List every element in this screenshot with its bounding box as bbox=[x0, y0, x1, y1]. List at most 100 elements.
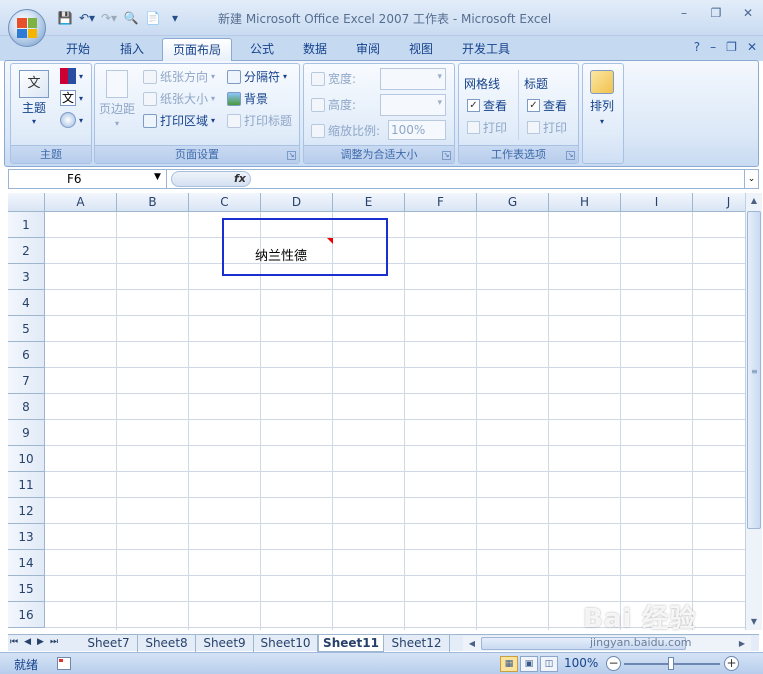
column-header-i[interactable]: I bbox=[621, 193, 693, 212]
scale-spinner[interactable]: 100% bbox=[388, 120, 446, 140]
normal-view-icon[interactable]: ▦ bbox=[500, 656, 518, 672]
row-header-14[interactable]: 14 bbox=[8, 550, 45, 576]
zoom-in-icon[interactable]: + bbox=[724, 656, 739, 671]
print-area-button[interactable]: 打印区域 ▾ bbox=[143, 112, 215, 129]
row-header-12[interactable]: 12 bbox=[8, 498, 45, 524]
prev-sheet-icon[interactable]: ◀ bbox=[24, 637, 31, 647]
horizontal-scroll-thumb[interactable] bbox=[481, 637, 686, 650]
row-header-16[interactable]: 16 bbox=[8, 602, 45, 628]
row-header-4[interactable]: 4 bbox=[8, 290, 45, 316]
row-header-15[interactable]: 15 bbox=[8, 576, 45, 602]
first-sheet-icon[interactable]: ⏮ bbox=[10, 637, 18, 647]
column-header-f[interactable]: F bbox=[405, 193, 477, 212]
column-header-d[interactable]: D bbox=[261, 193, 333, 212]
row-header-3[interactable]: 3 bbox=[8, 264, 45, 290]
name-box[interactable]: F6 bbox=[9, 170, 167, 188]
save-icon[interactable]: 💾 bbox=[56, 9, 74, 27]
customize-qat-icon[interactable]: ▾ bbox=[166, 9, 184, 27]
column-header-h[interactable]: H bbox=[549, 193, 621, 212]
scroll-right-icon[interactable]: ▶ bbox=[735, 636, 749, 651]
tab-review[interactable]: 审阅 bbox=[348, 38, 388, 61]
column-header-g[interactable]: G bbox=[477, 193, 549, 212]
orientation-button[interactable]: 纸张方向 ▾ bbox=[143, 68, 215, 85]
help-icon[interactable]: ? bbox=[694, 40, 700, 54]
new-document-icon[interactable]: 📄 bbox=[144, 9, 162, 27]
zoom-slider-thumb[interactable] bbox=[668, 657, 674, 670]
headings-view-checkbox[interactable]: ✓ 查看 bbox=[527, 97, 567, 114]
cell-area[interactable] bbox=[45, 212, 745, 630]
size-button[interactable]: 纸张大小 ▾ bbox=[143, 90, 215, 107]
undo-icon[interactable]: ↶▾ bbox=[78, 9, 96, 27]
sheet-tab-sheet8[interactable]: Sheet8 bbox=[138, 635, 196, 652]
office-button[interactable] bbox=[8, 9, 46, 47]
zoom-out-icon[interactable]: − bbox=[606, 656, 621, 671]
minimize-button[interactable]: – bbox=[675, 6, 693, 22]
tab-insert[interactable]: 插入 bbox=[112, 38, 152, 61]
sheet-tab-sheet11[interactable]: Sheet11 bbox=[318, 635, 384, 652]
row-header-6[interactable]: 6 bbox=[8, 342, 45, 368]
margins-button[interactable]: 页边距 ▾ bbox=[99, 70, 135, 128]
row-header-13[interactable]: 13 bbox=[8, 524, 45, 550]
last-sheet-icon[interactable]: ⏭ bbox=[50, 637, 58, 647]
horizontal-scrollbar[interactable]: ◀ ▶ bbox=[463, 636, 751, 651]
sheet-tab-sheet10[interactable]: Sheet10 bbox=[254, 635, 318, 652]
close-button[interactable]: ✕ bbox=[739, 6, 757, 22]
gridlines-print-checkbox[interactable]: 打印 bbox=[467, 119, 507, 136]
height-dropdown[interactable] bbox=[380, 94, 446, 116]
print-preview-icon[interactable]: 🔍 bbox=[122, 9, 140, 27]
redo-icon[interactable]: ↷▾ bbox=[100, 9, 118, 27]
row-header-1[interactable]: 1 bbox=[8, 212, 45, 238]
row-header-5[interactable]: 5 bbox=[8, 316, 45, 342]
sheet-tab-sheet12[interactable]: Sheet12 bbox=[384, 635, 450, 652]
doc-restore-button[interactable]: ❐ bbox=[726, 40, 737, 54]
column-header-c[interactable]: C bbox=[189, 193, 261, 212]
scroll-up-icon[interactable]: ▲ bbox=[746, 193, 762, 209]
next-sheet-icon[interactable]: ▶ bbox=[37, 637, 44, 647]
page-break-preview-icon[interactable]: ◫ bbox=[540, 656, 558, 672]
theme-colors-button[interactable]: ▾ bbox=[60, 68, 83, 84]
tab-view[interactable]: 视图 bbox=[401, 38, 441, 61]
print-titles-button[interactable]: 打印标题 bbox=[227, 112, 292, 129]
breaks-button[interactable]: 分隔符 ▾ bbox=[227, 68, 287, 85]
background-button[interactable]: 背景 bbox=[227, 90, 268, 107]
row-header-11[interactable]: 11 bbox=[8, 472, 45, 498]
column-header-b[interactable]: B bbox=[117, 193, 189, 212]
column-header-e[interactable]: E bbox=[333, 193, 405, 212]
scroll-down-icon[interactable]: ▼ bbox=[746, 614, 762, 630]
maximize-button[interactable]: ❐ bbox=[707, 6, 725, 22]
scroll-left-icon[interactable]: ◀ bbox=[465, 636, 479, 651]
headings-print-checkbox[interactable]: 打印 bbox=[527, 119, 567, 136]
theme-effects-button[interactable]: ▾ bbox=[60, 112, 83, 128]
doc-minimize-button[interactable]: – bbox=[710, 40, 716, 54]
sheet-tab-sheet7[interactable]: Sheet7 bbox=[80, 635, 138, 652]
tab-developer[interactable]: 开发工具 bbox=[455, 38, 517, 61]
tab-page-layout[interactable]: 页面布局 bbox=[162, 38, 232, 61]
scale-launcher-icon[interactable]: ↘ bbox=[442, 151, 451, 160]
vertical-scrollbar[interactable]: ▲ ≡ ▼ bbox=[745, 193, 762, 630]
width-dropdown[interactable] bbox=[380, 68, 446, 90]
select-all-button[interactable] bbox=[8, 193, 45, 212]
expand-formula-bar-icon[interactable]: ⌄ bbox=[744, 170, 758, 188]
vertical-scroll-thumb[interactable]: ≡ bbox=[747, 211, 761, 529]
name-box-dropdown-icon[interactable]: ▼ bbox=[154, 172, 161, 182]
page-layout-view-icon[interactable]: ▣ bbox=[520, 656, 538, 672]
row-header-8[interactable]: 8 bbox=[8, 394, 45, 420]
tab-home[interactable]: 开始 bbox=[58, 38, 98, 61]
gridlines-view-checkbox[interactable]: ✓ 查看 bbox=[467, 97, 507, 114]
column-header-j[interactable]: J bbox=[693, 193, 745, 212]
tab-formulas[interactable]: 公式 bbox=[242, 38, 282, 61]
column-header-a[interactable]: A bbox=[45, 193, 117, 212]
page-setup-launcher-icon[interactable]: ↘ bbox=[287, 151, 296, 160]
row-header-2[interactable]: 2 bbox=[8, 238, 45, 264]
themes-button[interactable]: 文 主题 ▾ bbox=[19, 70, 49, 126]
zoom-level[interactable]: 100% bbox=[564, 656, 598, 670]
doc-close-button[interactable]: ✕ bbox=[747, 40, 757, 54]
tab-data[interactable]: 数据 bbox=[295, 38, 335, 61]
sheet-options-launcher-icon[interactable]: ↘ bbox=[566, 151, 575, 160]
macro-record-icon[interactable] bbox=[57, 657, 71, 670]
insert-function-icon[interactable]: fx bbox=[234, 172, 246, 185]
row-header-10[interactable]: 10 bbox=[8, 446, 45, 472]
arrange-button[interactable]: 排列 ▾ bbox=[590, 70, 614, 126]
theme-fonts-button[interactable]: 文 ▾ bbox=[60, 90, 83, 106]
row-header-9[interactable]: 9 bbox=[8, 420, 45, 446]
